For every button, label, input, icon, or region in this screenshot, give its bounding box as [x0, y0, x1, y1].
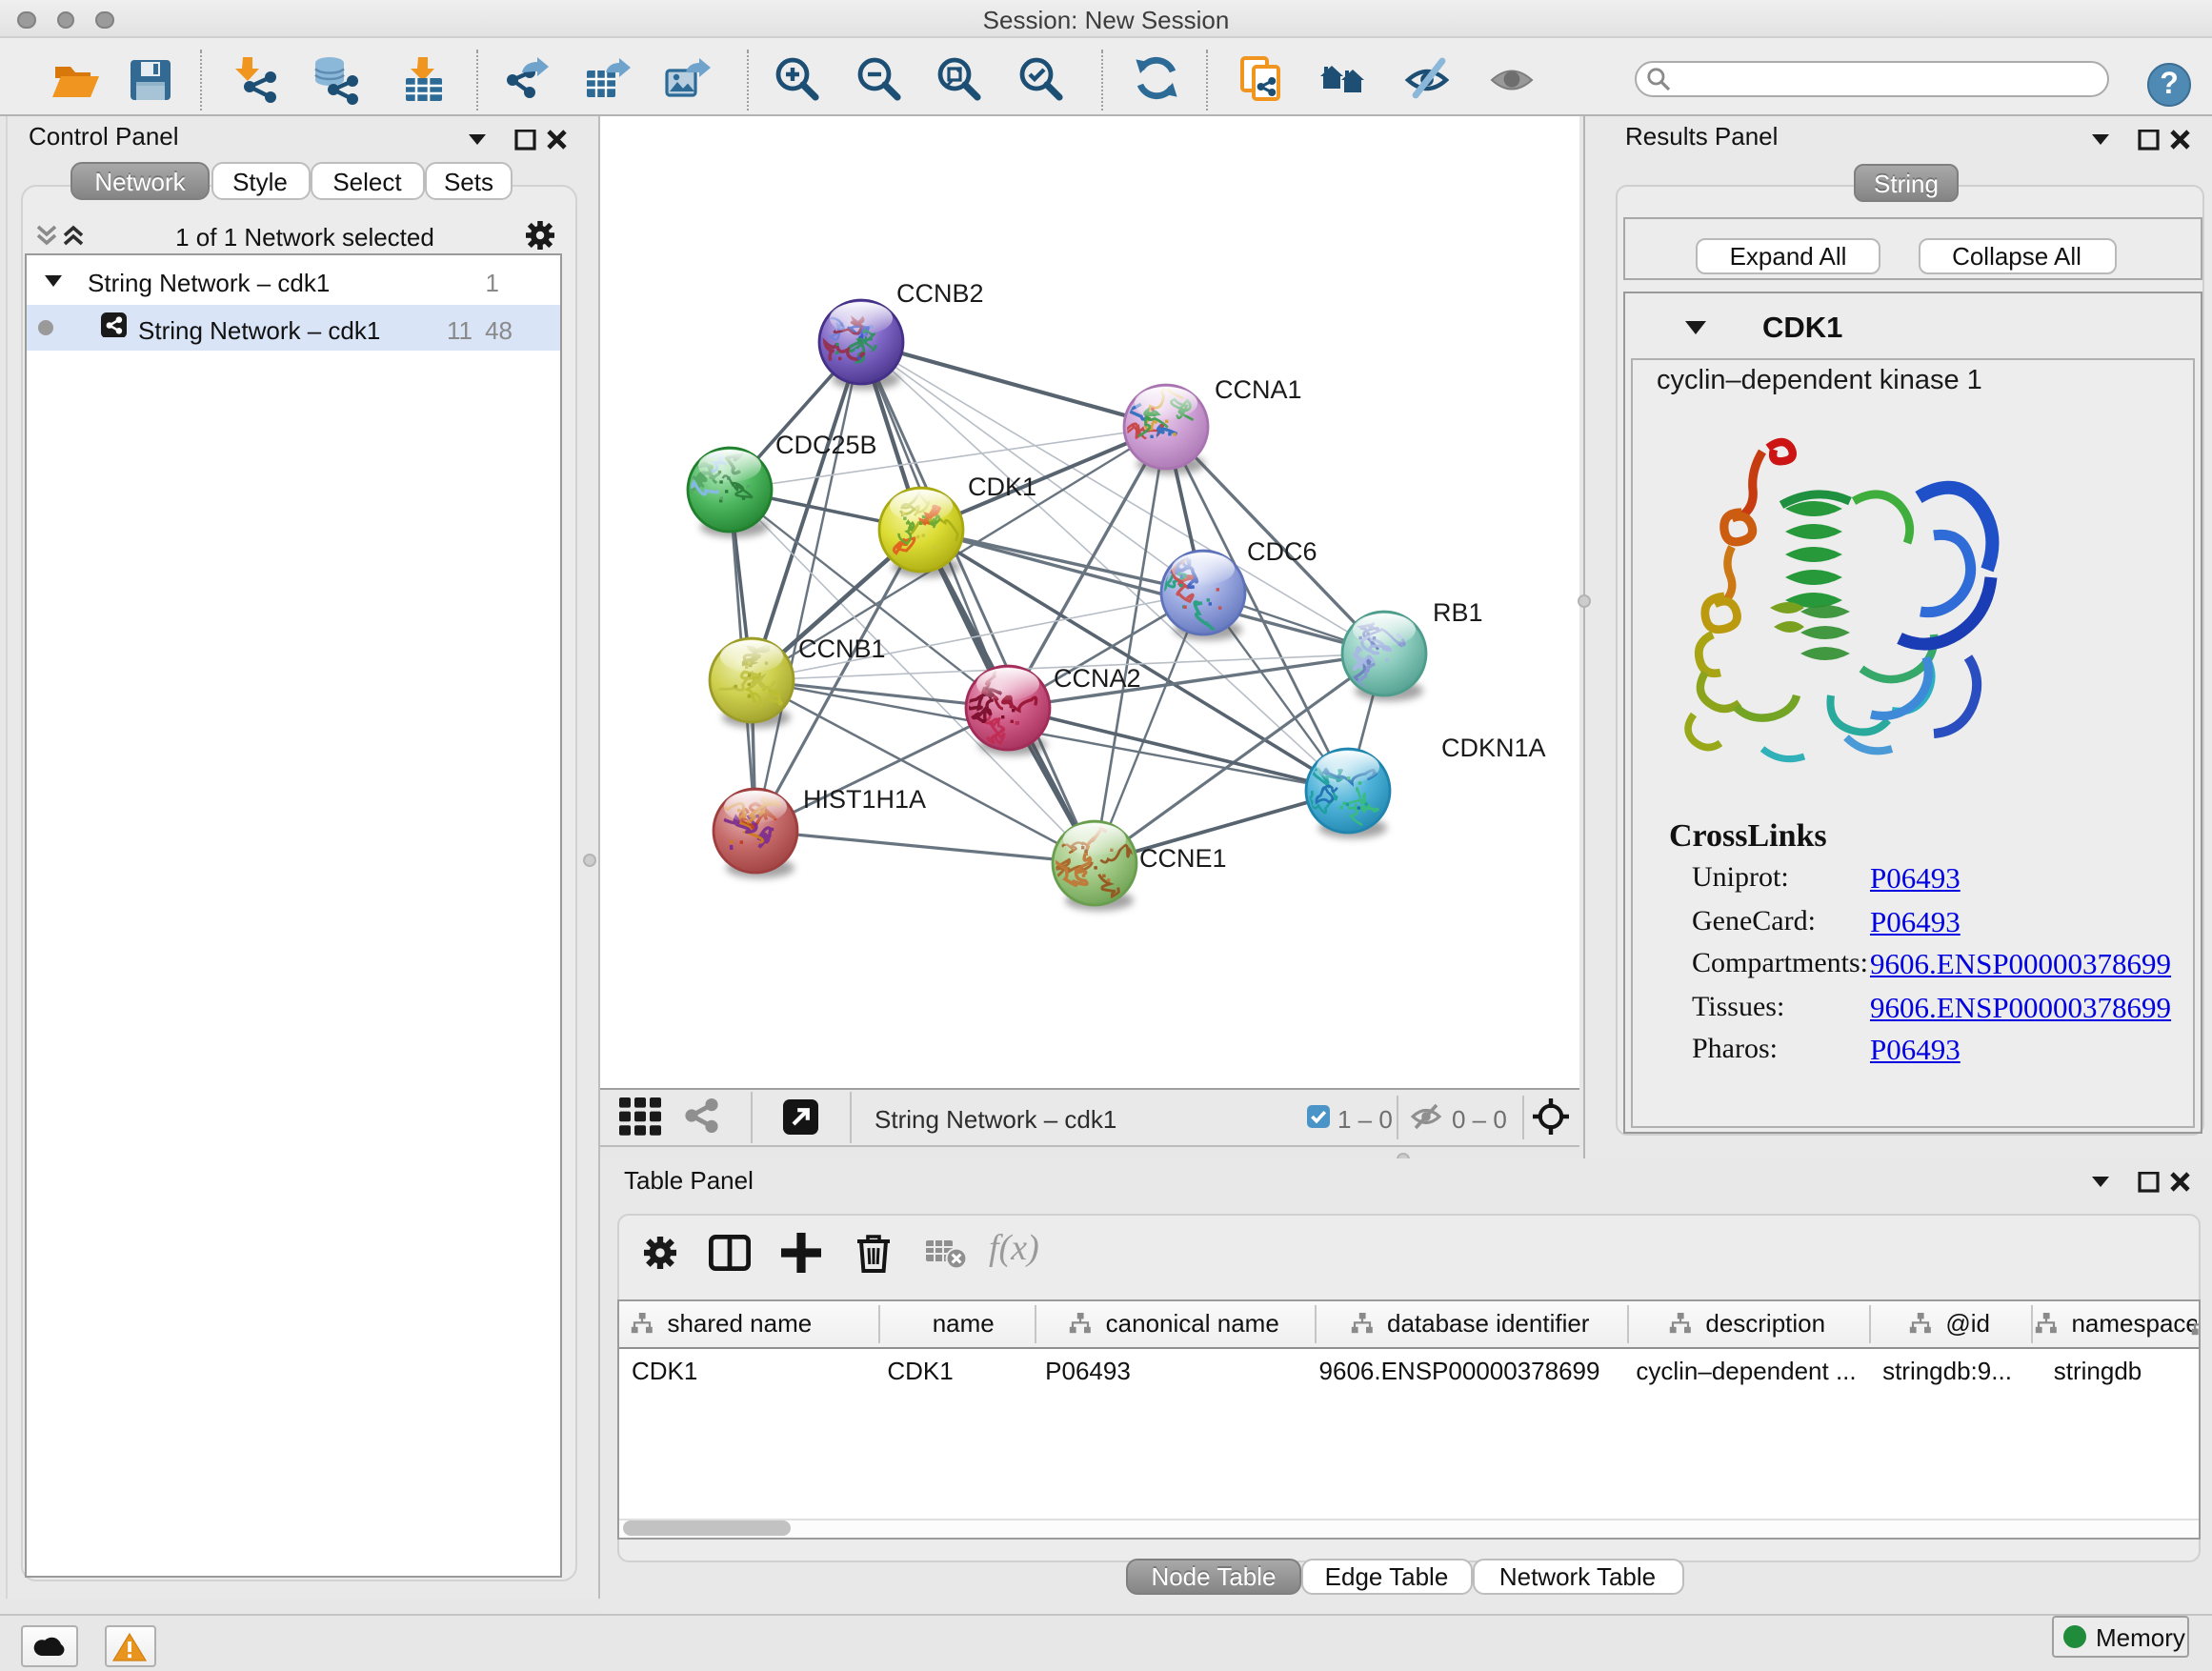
- svg-text:CCNB1: CCNB1: [798, 634, 886, 662]
- svg-text:CDKN1A: CDKN1A: [1441, 733, 1546, 761]
- svg-text:HIST1H1A: HIST1H1A: [803, 784, 926, 813]
- svg-text:CDC6: CDC6: [1247, 536, 1317, 565]
- svg-text:CCNE1: CCNE1: [1139, 843, 1227, 872]
- svg-text:CDC25B: CDC25B: [775, 430, 877, 458]
- svg-text:CCNB2: CCNB2: [896, 278, 984, 307]
- svg-text:RB1: RB1: [1433, 597, 1483, 626]
- svg-text:CCNA2: CCNA2: [1054, 663, 1141, 692]
- svg-text:CDK1: CDK1: [968, 472, 1036, 500]
- svg-text:CCNA1: CCNA1: [1215, 374, 1302, 403]
